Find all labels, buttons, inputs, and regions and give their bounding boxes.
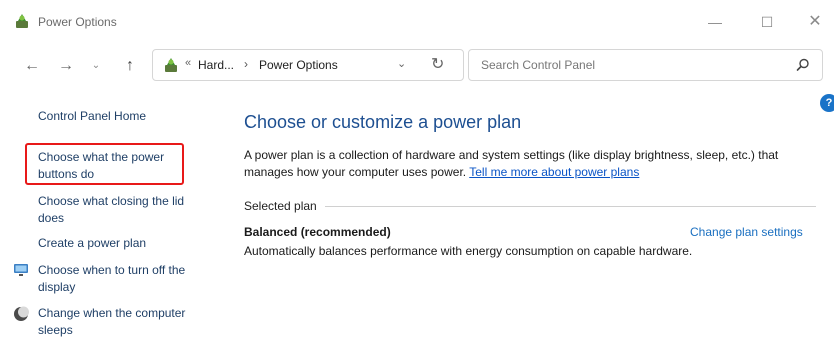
- window-title: Power Options: [38, 15, 117, 29]
- breadcrumb-overflow[interactable]: «: [185, 57, 191, 69]
- maximize-button[interactable]: ☐: [752, 10, 782, 34]
- forward-button[interactable]: →: [56, 56, 76, 76]
- sleep-moon-icon: [14, 306, 29, 321]
- display-icon: [14, 264, 28, 276]
- address-bar[interactable]: « Hard... › Power Options ⌄ ↻: [152, 49, 464, 81]
- search-icon[interactable]: [795, 57, 811, 73]
- sidebar-item-control-panel-home[interactable]: Control Panel Home: [38, 108, 213, 125]
- search-input[interactable]: Search Control Panel: [481, 58, 595, 72]
- change-plan-settings-link[interactable]: Change plan settings: [690, 225, 803, 239]
- learn-more-link[interactable]: Tell me more about power plans: [469, 165, 639, 179]
- section-divider: [324, 206, 816, 207]
- plan-description: Automatically balances performance with …: [244, 244, 693, 258]
- sidebar-item-turn-off-display[interactable]: Choose when to turn off the display: [38, 262, 203, 296]
- power-options-icon: [16, 14, 28, 28]
- page-description: A power plan is a collection of hardware…: [244, 147, 814, 181]
- recent-locations-button[interactable]: ⌄: [86, 56, 106, 76]
- search-box[interactable]: Search Control Panel: [468, 49, 823, 81]
- navigation-bar: ← → ⌄ ↑ « Hard... › Power Options ⌄ ↻ Se…: [0, 44, 834, 88]
- chevron-right-icon: ›: [244, 57, 248, 71]
- close-button[interactable]: ✕: [800, 10, 830, 34]
- page-title: Choose or customize a power plan: [244, 112, 522, 132]
- minimize-button[interactable]: —: [700, 10, 730, 34]
- highlight-annotation: [25, 143, 184, 185]
- up-button[interactable]: ↑: [120, 56, 140, 76]
- chevron-down-icon[interactable]: ⌄: [397, 57, 406, 70]
- refresh-icon[interactable]: ↻: [431, 54, 444, 74]
- help-icon[interactable]: ?: [820, 94, 834, 112]
- sidebar-item-create-power-plan[interactable]: Create a power plan: [38, 235, 213, 252]
- breadcrumb-hardware[interactable]: Hard...: [198, 58, 234, 72]
- title-bar: Power Options — ☐ ✕: [0, 0, 834, 44]
- sidebar-item-computer-sleeps[interactable]: Change when the computer sleeps: [38, 305, 203, 339]
- breadcrumb-power-options[interactable]: Power Options: [259, 58, 338, 72]
- back-button[interactable]: ←: [22, 56, 42, 76]
- sidebar-item-closing-lid[interactable]: Choose what closing the lid does: [38, 193, 203, 227]
- control-panel-icon: [165, 58, 177, 72]
- selected-plan-label: Selected plan: [244, 199, 325, 213]
- plan-name: Balanced (recommended): [244, 225, 391, 239]
